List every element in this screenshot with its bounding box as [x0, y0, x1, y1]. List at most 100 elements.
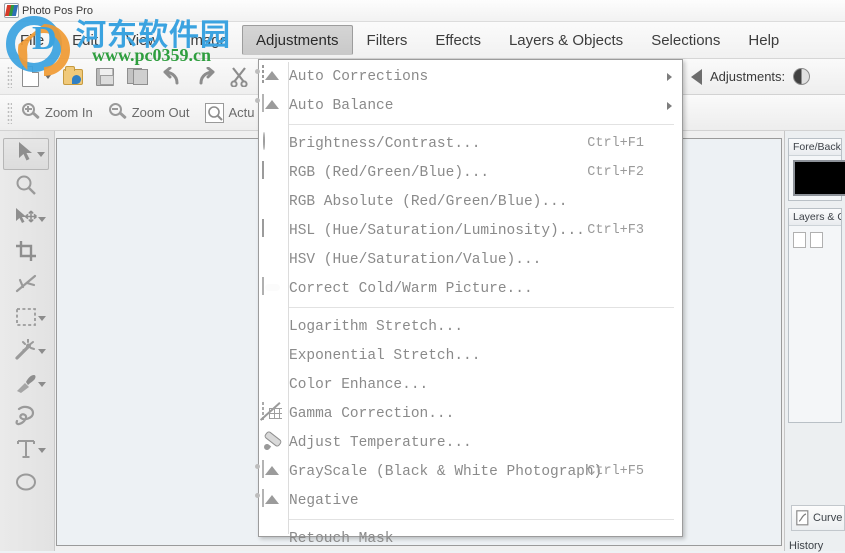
fore-back-panel: Fore/Back S [788, 138, 845, 201]
undo-button[interactable] [156, 62, 188, 92]
menu-item-grayscale-black-white-photograph[interactable]: GrayScale (Black & White Photograph) Ctrl… [259, 457, 682, 486]
cursor-arrow-icon [16, 141, 36, 168]
tools-panel [0, 131, 55, 551]
menu-item-negative[interactable]: Negative [259, 486, 682, 515]
menu-item-shortcut: Ctrl+F2 [587, 165, 644, 180]
text-tool[interactable] [3, 435, 49, 467]
menu-item-image[interactable]: Image [172, 25, 242, 55]
auto-corrections-photo-icon [262, 65, 283, 87]
ellipse-shape-icon [15, 473, 37, 496]
adjustments-toolbar-label: Adjustments: [710, 69, 786, 84]
move-tool[interactable] [3, 204, 49, 236]
menu-item-view[interactable]: View [112, 25, 172, 55]
menu-item-label: Auto Balance [289, 97, 394, 114]
move-arrow-icon [14, 207, 38, 234]
menu-item-layers-objects[interactable]: Layers & Objects [495, 25, 637, 55]
layers-objects-panel: Layers & Ob [788, 208, 842, 423]
submenu-chevron-right-icon[interactable] [667, 72, 672, 81]
photo-editor-window: Photo Pos Pro File Edit View Image Adjustmen… [0, 0, 845, 553]
slice-tool[interactable] [3, 270, 49, 302]
new-page-icon [22, 66, 39, 87]
zoom-in-label: Zoom In [45, 105, 93, 120]
redo-button[interactable] [190, 62, 222, 92]
save-button[interactable] [90, 62, 120, 92]
cut-button[interactable] [224, 62, 254, 92]
zoom-in-button[interactable]: Zoom In [17, 98, 102, 128]
menu-item-help[interactable]: Help [734, 25, 793, 55]
menu-item-label: Brightness/Contrast... [289, 135, 481, 152]
menu-item-logarithm-stretch[interactable]: Logarithm Stretch... [259, 312, 682, 341]
save-as-button[interactable] [122, 62, 154, 92]
menu-item-filters[interactable]: Filters [353, 25, 422, 55]
new-layer-icon[interactable] [793, 232, 806, 248]
menu-item-effects[interactable]: Effects [421, 25, 495, 55]
menu-item-auto-balance[interactable]: Auto Balance [259, 91, 682, 120]
menu-item-color-enhance[interactable]: Color Enhance... [259, 370, 682, 399]
save-as-icon [127, 67, 149, 86]
menu-separator [289, 307, 674, 308]
shape-tool[interactable] [3, 468, 49, 500]
menu-item-rgb-absolute-red-green-blue[interactable]: RGB Absolute (Red/Green/Blue)... [259, 187, 682, 216]
menu-item-rgb-red-green-blue[interactable]: RGB (Red/Green/Blue)... Ctrl+F2 [259, 158, 682, 187]
zoom-tool[interactable] [3, 171, 49, 203]
brightness-half-circle-icon[interactable] [793, 68, 811, 85]
actual-size-button[interactable]: Actu [200, 98, 263, 128]
menu-item-edit[interactable]: Edit [58, 25, 112, 55]
selection-arrow-tool[interactable] [3, 138, 49, 170]
submenu-chevron-right-icon[interactable] [667, 101, 672, 110]
menu-item-file[interactable]: File [6, 25, 58, 55]
menu-item-adjustments[interactable]: Adjustments [241, 25, 353, 55]
menu-item-hsv-hue-saturation-value[interactable]: HSV (Hue/Saturation/Value)... [259, 245, 682, 274]
menu-item-label: Correct Cold/Warm Picture... [289, 280, 533, 297]
zoom-out-button[interactable]: Zoom Out [104, 98, 199, 128]
chevron-down-icon[interactable] [45, 74, 51, 79]
magic-wand-tool[interactable] [3, 336, 49, 368]
tool-options-chevron-down-icon[interactable] [38, 448, 46, 453]
menu-item-retouch-mask[interactable]: Retouch Mask [259, 524, 682, 553]
foreground-color-swatch[interactable] [793, 160, 845, 196]
toolbar-grip[interactable] [7, 65, 12, 88]
magnifier-minus-icon [108, 103, 128, 122]
marquee-rect-icon [15, 307, 37, 332]
rect-select-tool[interactable] [3, 303, 49, 335]
tool-options-chevron-down-icon[interactable] [38, 349, 46, 354]
menu-item-selections[interactable]: Selections [637, 25, 734, 55]
tool-options-chevron-down-icon[interactable] [38, 382, 46, 387]
menu-item-auto-corrections[interactable]: Auto Corrections [259, 62, 682, 91]
menu-item-shortcut: Ctrl+F3 [587, 223, 644, 238]
curve-button-label: Curve [813, 512, 843, 524]
menu-item-label: RGB (Red/Green/Blue)... [289, 164, 490, 181]
document-zoom-icon [205, 102, 225, 123]
menu-item-adjust-temperature[interactable]: Adjust Temperature... [259, 428, 682, 457]
menu-item-shortcut: Ctrl+F1 [587, 136, 644, 151]
curve-button[interactable]: Curve [791, 505, 845, 531]
layers-objects-panel-title: Layers & Ob [789, 209, 841, 226]
duplicate-layer-icon[interactable] [810, 232, 823, 248]
back-triangle-icon[interactable] [691, 68, 702, 85]
tool-options-chevron-down-icon[interactable] [38, 316, 46, 321]
menu-item-hsl-hue-saturation-luminosity[interactable]: HSL (Hue/Saturation/Luminosity)... Ctrl+F… [259, 216, 682, 245]
menu-item-brightness-contrast[interactable]: Brightness/Contrast... Ctrl+F1 [259, 129, 682, 158]
menu-item-exponential-stretch[interactable]: Exponential Stretch... [259, 341, 682, 370]
menu-item-label: Adjust Temperature... [289, 434, 472, 451]
tool-options-chevron-down-icon[interactable] [38, 217, 46, 222]
menu-item-gamma-correction[interactable]: Gamma Correction... [259, 399, 682, 428]
tool-options-chevron-down-icon[interactable] [37, 152, 45, 157]
window-title: Photo Pos Pro [22, 4, 93, 17]
menu-item-label: Color Enhance... [289, 376, 429, 393]
eyedropper-icon [14, 372, 38, 399]
save-icon [96, 67, 114, 86]
menu-item-correct-cold-warm-picture[interactable]: Correct Cold/Warm Picture... [259, 274, 682, 303]
menu-bar: File Edit View Image Adjustments Filters Effec… [0, 22, 845, 59]
rgb-bars-icon [262, 161, 283, 183]
lasso-tool[interactable] [3, 402, 49, 434]
open-file-button[interactable] [58, 62, 88, 92]
toolbar-grip-2[interactable] [7, 101, 12, 124]
menu-separator [289, 124, 674, 125]
menu-item-label: HSL (Hue/Saturation/Luminosity)... [289, 222, 585, 239]
crop-tool[interactable] [3, 237, 49, 269]
new-document-button[interactable] [17, 62, 56, 92]
gamma-curve-icon [262, 402, 283, 424]
magic-wand-icon [14, 338, 38, 366]
eyedropper-tool[interactable] [3, 369, 49, 401]
